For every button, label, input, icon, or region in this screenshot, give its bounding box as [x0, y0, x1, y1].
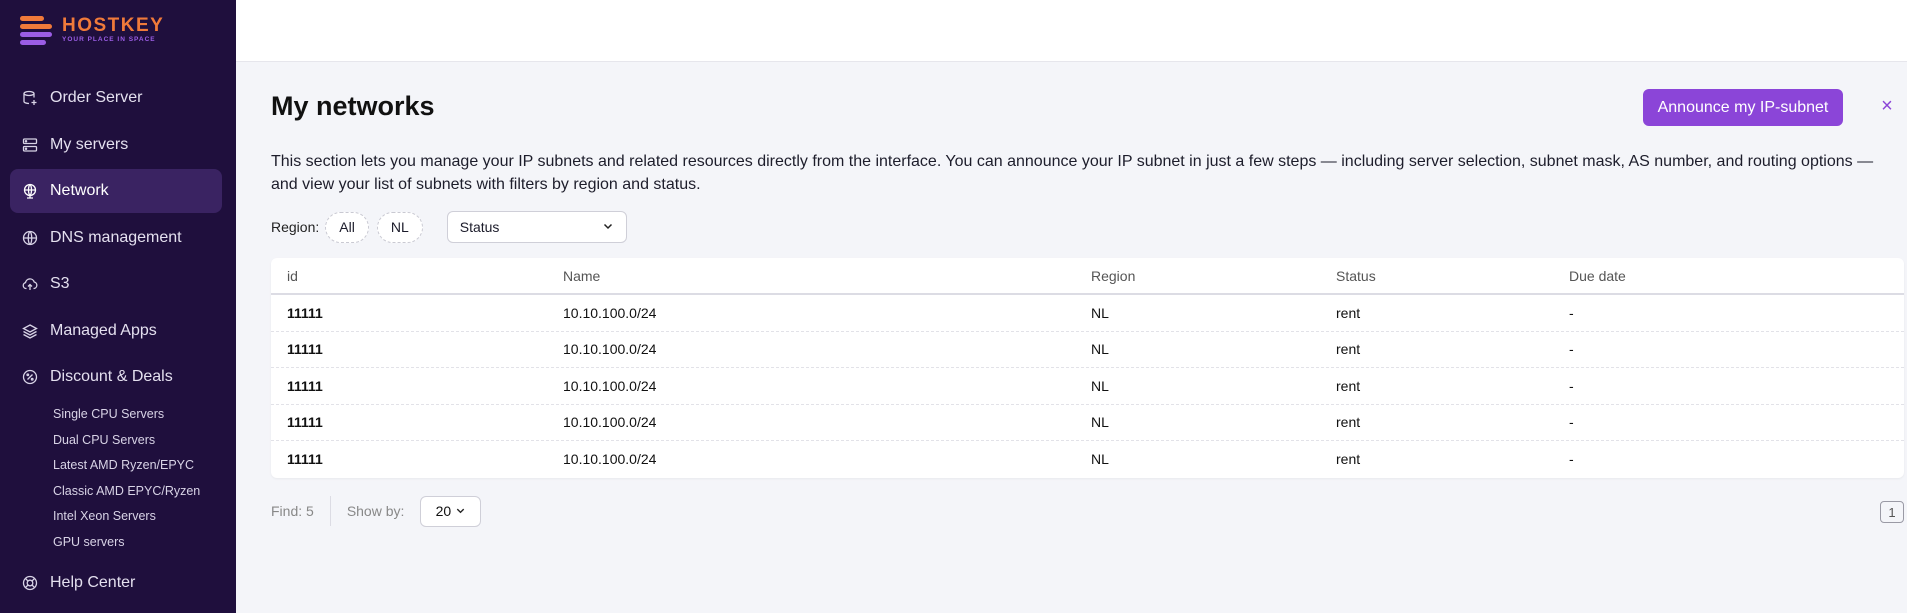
subnav-dual-cpu[interactable]: Dual CPU Servers — [10, 427, 222, 453]
sidebar-item-managed-apps[interactable]: Managed Apps — [10, 309, 222, 353]
pagination-page-1[interactable]: 1 — [1880, 501, 1904, 523]
col-header-name[interactable]: Name — [563, 268, 1091, 284]
col-header-id[interactable]: id — [271, 268, 563, 284]
cell-region: NL — [1091, 451, 1109, 468]
sidebar-item-s3[interactable]: S3 — [10, 262, 222, 306]
show-by-label: Show by: — [346, 503, 405, 519]
chevron-down-icon — [455, 503, 466, 519]
hostkey-logo[interactable]: HOSTKEY YOUR PLACE IN SPACE — [20, 14, 165, 45]
sidebar-item-my-servers[interactable]: My servers — [10, 123, 222, 167]
show-by-select[interactable]: 20 — [420, 495, 482, 527]
close-icon[interactable]: × — [1876, 95, 1898, 117]
page-description: This section lets you manage your IP sub… — [271, 153, 1874, 193]
main-content: My networks Announce my IP-subnet × This… — [236, 62, 1907, 613]
cell-name: 10.10.100.0/24 — [563, 377, 657, 394]
cell-id: 11111 — [287, 414, 323, 431]
table-row[interactable]: 11111 10.10.100.0/24 NL rent - — [271, 332, 1904, 368]
brand-name: HOSTKEY — [62, 14, 165, 36]
table-row[interactable]: 11111 10.10.100.0/24 NL rent - — [271, 441, 1904, 478]
cell-id: 11111 — [287, 304, 323, 321]
cell-status: rent — [1336, 341, 1361, 358]
region-chip-nl[interactable]: NL — [376, 211, 423, 243]
find-count: Find: 5 — [271, 503, 314, 519]
col-header-status[interactable]: Status — [1336, 268, 1569, 284]
show-by-value: 20 — [435, 503, 452, 519]
subnav-intel-xeon[interactable]: Intel Xeon Servers — [10, 504, 222, 530]
server-add-icon — [22, 90, 38, 106]
servers-icon — [22, 137, 38, 153]
sidebar: HOSTKEY YOUR PLACE IN SPACE Order Server… — [0, 0, 236, 613]
cell-status: rent — [1336, 304, 1361, 321]
cell-due-date: - — [1569, 451, 1574, 468]
status-filter-select[interactable]: Status — [446, 211, 627, 243]
logo-mark-icon — [20, 14, 54, 45]
filters-bar: Region: All NL Status — [271, 211, 627, 243]
table-row[interactable]: 11111 10.10.100.0/24 NL rent - — [271, 405, 1904, 441]
cell-status: rent — [1336, 377, 1361, 394]
table-row[interactable]: 11111 10.10.100.0/24 NL rent - — [271, 295, 1904, 332]
footer-divider — [329, 496, 331, 526]
page-title: My networks — [271, 91, 435, 121]
subnav-classic-amd[interactable]: Classic AMD EPYC/Ryzen — [10, 478, 222, 504]
cell-region: NL — [1091, 414, 1109, 431]
layers-icon — [22, 323, 38, 339]
discount-submenu: Single CPU Servers Dual CPU Servers Late… — [10, 402, 222, 555]
sidebar-item-discount-deals[interactable]: Discount & Deals — [10, 355, 222, 399]
dns-globe-icon — [22, 230, 38, 246]
sidebar-item-order-server[interactable]: Order Server — [10, 76, 222, 120]
sidebar-item-network[interactable]: Network — [10, 169, 222, 213]
table-header: id Name Region Status Due date — [271, 258, 1904, 295]
cell-name: 10.10.100.0/24 — [563, 414, 657, 431]
subnav-gpu-servers[interactable]: GPU servers — [10, 529, 222, 555]
table-footer: Find: 5 Show by: 20 1 — [271, 495, 1904, 527]
cell-due-date: - — [1569, 341, 1574, 358]
cell-region: NL — [1091, 304, 1109, 321]
sidebar-item-help-center[interactable]: Help Center — [10, 561, 222, 605]
cell-status: rent — [1336, 451, 1361, 468]
region-chip-all[interactable]: All — [325, 211, 369, 243]
col-header-due-date[interactable]: Due date — [1569, 268, 1904, 284]
brand-tagline: YOUR PLACE IN SPACE — [62, 35, 156, 43]
region-filter-label: Region: — [271, 219, 320, 235]
globe-icon — [22, 183, 38, 199]
col-header-region[interactable]: Region — [1091, 268, 1336, 284]
cell-due-date: - — [1569, 414, 1574, 431]
cloud-upload-icon — [22, 276, 38, 292]
cell-due-date: - — [1569, 377, 1574, 394]
cell-name: 10.10.100.0/24 — [563, 341, 657, 358]
top-bar — [236, 0, 1907, 62]
sidebar-item-dns-management[interactable]: DNS management — [10, 216, 222, 260]
cell-region: NL — [1091, 341, 1109, 358]
cell-region: NL — [1091, 377, 1109, 394]
sidebar-nav: Order Server My servers Network DNS mana… — [10, 76, 222, 607]
chevron-down-icon — [602, 219, 614, 235]
cell-name: 10.10.100.0/24 — [563, 304, 657, 321]
cell-status: rent — [1336, 414, 1361, 431]
cell-id: 11111 — [287, 341, 323, 358]
subnav-latest-amd[interactable]: Latest AMD Ryzen/EPYC — [10, 453, 222, 479]
subnav-single-cpu[interactable]: Single CPU Servers — [10, 402, 222, 428]
status-select-value: Status — [459, 219, 500, 235]
cell-due-date: - — [1569, 304, 1574, 321]
cell-name: 10.10.100.0/24 — [563, 451, 657, 468]
announce-subnet-button[interactable]: Announce my IP-subnet — [1643, 89, 1843, 126]
cell-id: 11111 — [287, 451, 323, 468]
table-row[interactable]: 11111 10.10.100.0/24 NL rent - — [271, 368, 1904, 405]
discount-icon — [22, 369, 38, 385]
cell-id: 11111 — [287, 377, 323, 394]
networks-table: id Name Region Status Due date 11111 10.… — [271, 258, 1904, 478]
lifebuoy-icon — [22, 575, 38, 591]
